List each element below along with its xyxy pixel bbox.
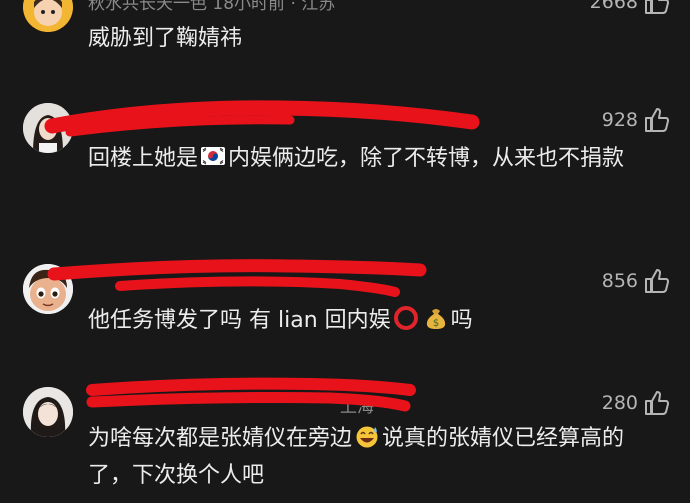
svg-text:$: $ [432, 318, 438, 329]
comment-text: 威胁到了鞠婧祎 [88, 26, 243, 51]
like-button[interactable]: 928 [602, 107, 670, 133]
avatar[interactable] [23, 103, 73, 153]
red-circle-icon [393, 306, 418, 330]
like-count: 280 [601, 392, 638, 414]
avatar[interactable] [23, 264, 73, 314]
thumbs-up-icon [645, 269, 669, 293]
like-button[interactable]: 2668 [590, 0, 670, 15]
laughing-sweat-face-icon [356, 426, 378, 448]
comment-meta: 秋水共长天一色 18小时前 · 江苏 [88, 0, 336, 14]
comment-text: 他任务博发了吗 有 lian 回内娱 $ 吗 [88, 302, 658, 339]
redaction-mark [44, 100, 480, 137]
avatar[interactable] [23, 387, 73, 437]
like-button[interactable]: 280 [602, 390, 670, 416]
thumbs-up-icon [645, 108, 669, 132]
thumbs-up-icon [645, 391, 669, 415]
comment-meta: 上海 [340, 397, 374, 417]
thumbs-up-icon [645, 0, 669, 14]
like-count: 2668 [589, 0, 638, 13]
korea-flag-icon [201, 147, 226, 165]
like-count: 928 [601, 109, 638, 131]
comment-text: 为啥每次都是张婧仪在旁边 说真的张婧仪已经算高的了，下次换个人吧 [88, 420, 658, 494]
like-count: 856 [601, 270, 638, 292]
redaction-mark [47, 259, 427, 297]
comment-text: 回楼上她是 内娱俩边吃，除了不转博，从来也不捐款 [88, 140, 658, 177]
money-bag-icon: $ [426, 309, 445, 329]
like-button[interactable]: 856 [602, 268, 670, 294]
avatar[interactable] [23, 0, 73, 32]
